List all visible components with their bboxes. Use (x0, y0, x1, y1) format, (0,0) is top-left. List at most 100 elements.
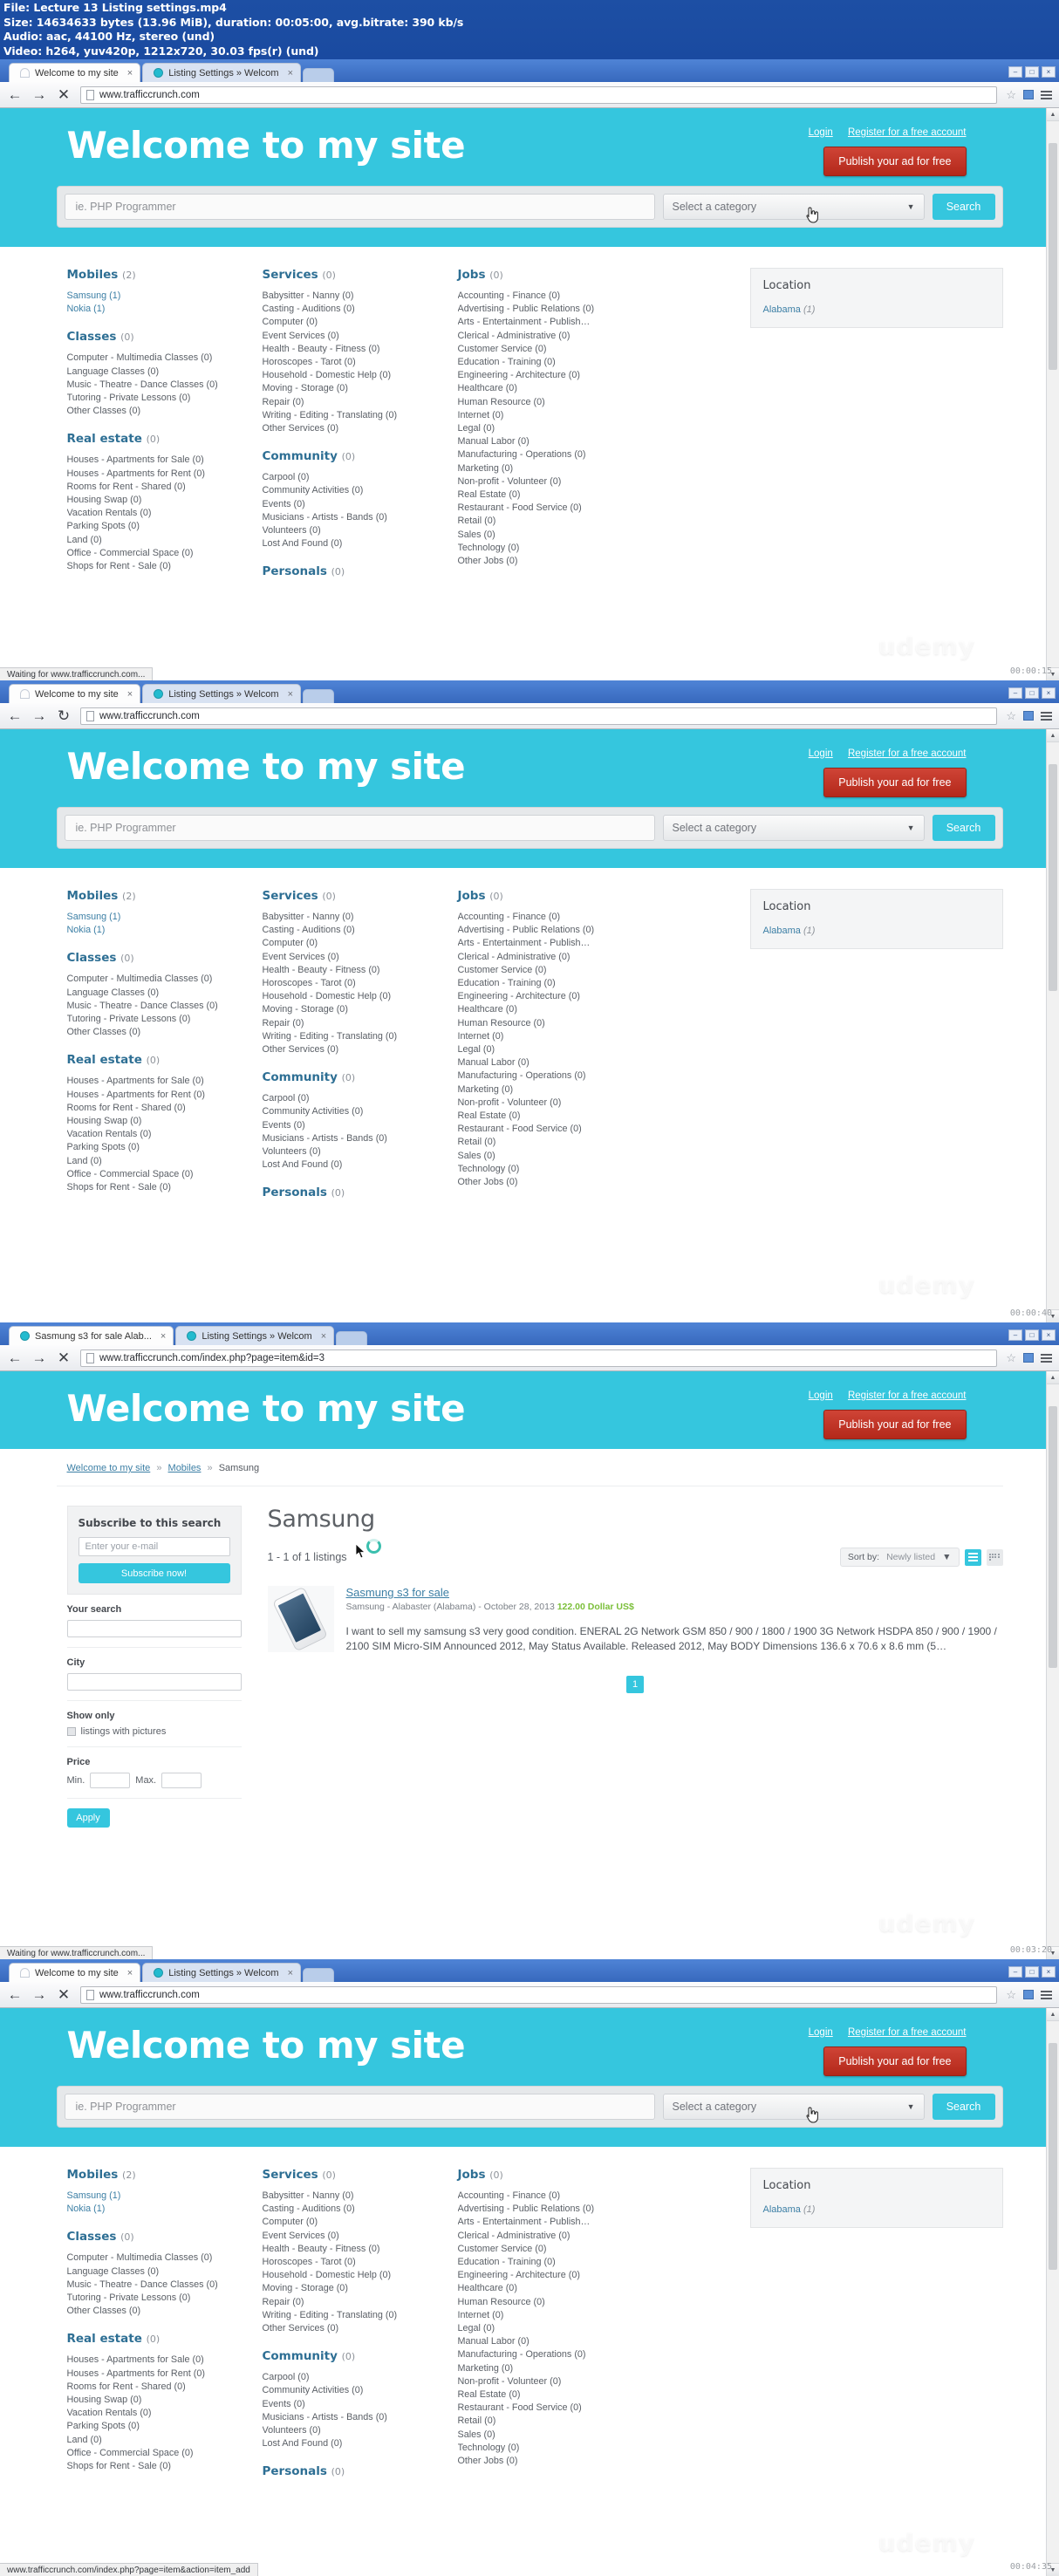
category-item[interactable]: Lost And Found (0) (263, 1158, 448, 1172)
category-item[interactable]: Parking Spots (0) (67, 1141, 252, 1154)
category-item[interactable]: Babysitter - Nanny (0) (263, 2190, 448, 2203)
category-item[interactable]: Computer - Multimedia Classes (0) (67, 2251, 252, 2265)
category-item[interactable]: Musicians - Artists - Bands (0) (263, 511, 448, 524)
category-group-heading[interactable]: Community (0) (263, 2349, 448, 2363)
search-button[interactable]: Search (932, 2094, 995, 2120)
category-group-heading[interactable]: Classes (0) (67, 2230, 252, 2244)
category-item[interactable]: Marketing (0) (458, 2362, 657, 2375)
category-item[interactable]: Community Activities (0) (263, 1105, 448, 1118)
category-group-heading[interactable]: Classes (0) (67, 951, 252, 965)
category-select[interactable]: Select a category ▼ (662, 2094, 925, 2120)
category-item[interactable]: Music - Theatre - Dance Classes (0) (67, 1000, 252, 1013)
vertical-scrollbar[interactable]: ▲ ▼ (1046, 729, 1059, 1322)
search-button[interactable]: Search (932, 815, 995, 841)
category-item[interactable]: Computer (0) (263, 937, 448, 950)
category-item[interactable]: Manufacturing - Operations (0) (458, 1069, 657, 1083)
tab-close-icon[interactable]: × (127, 1968, 133, 1978)
category-item[interactable]: Babysitter - Nanny (0) (263, 911, 448, 924)
category-group-heading[interactable]: Mobiles (2) (67, 2168, 252, 2182)
category-item[interactable]: Events (0) (263, 2398, 448, 2411)
price-min-input[interactable] (90, 1773, 131, 1788)
category-item[interactable]: Rooms for Rent - Shared (0) (67, 1102, 252, 1115)
category-item[interactable]: Vacation Rentals (0) (67, 2407, 252, 2420)
new-tab-button[interactable] (303, 68, 335, 82)
category-item[interactable]: Houses - Apartments for Sale (0) (67, 454, 252, 467)
pictures-checkbox-row[interactable]: listings with pictures (66, 1726, 242, 1737)
category-item[interactable]: Moving - Storage (0) (263, 382, 448, 395)
category-item[interactable]: Houses - Apartments for Rent (0) (67, 1089, 252, 1102)
listing-title-link[interactable]: Sasmung s3 for sale (346, 1586, 1003, 1599)
category-group-heading[interactable]: Services (0) (263, 2168, 448, 2182)
category-group-heading[interactable]: Mobiles (2) (67, 268, 252, 282)
category-item[interactable]: Moving - Storage (0) (263, 2282, 448, 2295)
category-item[interactable]: Non-profit - Volunteer (0) (458, 2375, 657, 2388)
maximize-button[interactable]: □ (1025, 1329, 1039, 1341)
category-group-heading[interactable]: Classes (0) (67, 330, 252, 344)
category-group-heading[interactable]: Real estate (0) (67, 1053, 252, 1067)
category-item[interactable]: Shops for Rent - Sale (0) (67, 560, 252, 573)
tab-welcome[interactable]: Welcome to my site × (9, 1963, 141, 1982)
category-item[interactable]: Computer (0) (263, 316, 448, 329)
stop-icon[interactable]: ✕ (56, 1987, 72, 2002)
category-item[interactable]: Legal (0) (458, 422, 657, 435)
register-link[interactable]: Register for a free account (848, 2027, 967, 2038)
category-item[interactable]: Computer - Multimedia Classes (0) (67, 973, 252, 986)
category-item[interactable]: Office - Commercial Space (0) (67, 1168, 252, 1181)
category-group-heading[interactable]: Jobs (0) (458, 889, 657, 903)
category-item[interactable]: Repair (0) (263, 1017, 448, 1030)
category-item[interactable]: Computer (0) (263, 2216, 448, 2229)
category-group-heading[interactable]: Personals (0) (263, 564, 448, 578)
category-item[interactable]: Writing - Editing - Translating (0) (263, 2309, 448, 2322)
minimize-button[interactable]: – (1008, 1966, 1022, 1978)
category-item[interactable]: Other Classes (0) (67, 405, 252, 418)
reload-icon[interactable]: ↻ (56, 708, 72, 723)
register-link[interactable]: Register for a free account (848, 127, 967, 138)
location-item-alabama[interactable]: Alabama (1) (763, 926, 816, 936)
apps-icon[interactable] (1023, 1353, 1034, 1363)
category-item[interactable]: Land (0) (67, 1155, 252, 1168)
category-item[interactable]: Household - Domestic Help (0) (263, 990, 448, 1003)
category-item[interactable]: Community Activities (0) (263, 2384, 448, 2397)
menu-icon[interactable] (1041, 1990, 1052, 1999)
category-group-heading[interactable]: Personals (0) (263, 1186, 448, 1199)
category-item[interactable]: Carpool (0) (263, 471, 448, 484)
category-item[interactable]: Manual Labor (0) (458, 1056, 657, 1069)
apps-icon[interactable] (1023, 1990, 1034, 1999)
category-item[interactable]: Nokia (1) (67, 2203, 252, 2216)
back-icon[interactable]: ← (7, 1350, 23, 1365)
publish-ad-button[interactable]: Publish your ad for free (823, 768, 967, 797)
category-item[interactable]: Writing - Editing - Translating (0) (263, 409, 448, 422)
category-item[interactable]: Human Resource (0) (458, 396, 657, 409)
address-bar[interactable]: www.trafficcrunch.com/index.php?page=ite… (80, 1349, 998, 1367)
category-item[interactable]: Housing Swap (0) (67, 2394, 252, 2407)
category-item[interactable]: Non-profit - Volunteer (0) (458, 475, 657, 489)
bookmark-star-icon[interactable]: ☆ (1006, 709, 1016, 723)
login-link[interactable]: Login (809, 127, 833, 138)
tab-listing-settings[interactable]: Listing Settings » Welcom × (142, 1963, 302, 1982)
category-item[interactable]: Language Classes (0) (67, 366, 252, 379)
category-item[interactable]: Non-profit - Volunteer (0) (458, 1097, 657, 1110)
category-item[interactable]: Houses - Apartments for Sale (0) (67, 2354, 252, 2367)
category-group-heading[interactable]: Services (0) (263, 268, 448, 282)
category-item[interactable]: Other Jobs (0) (458, 1176, 657, 1189)
category-item[interactable]: Sales (0) (458, 529, 657, 542)
apply-filters-button[interactable]: Apply (66, 1808, 110, 1828)
category-item[interactable]: Lost And Found (0) (263, 537, 448, 550)
category-item[interactable]: Horoscopes - Tarot (0) (263, 977, 448, 990)
tab-close-icon[interactable]: × (288, 689, 293, 700)
category-group-heading[interactable]: Real estate (0) (67, 432, 252, 446)
category-item[interactable]: Other Services (0) (263, 1043, 448, 1056)
close-window-button[interactable]: × (1042, 1329, 1056, 1341)
category-item[interactable]: Technology (0) (458, 2442, 657, 2455)
category-item[interactable]: Clerical - Administrative (0) (458, 951, 657, 964)
category-item[interactable]: Events (0) (263, 1119, 448, 1132)
category-item[interactable]: Advertising - Public Relations (0) (458, 924, 657, 937)
address-bar[interactable]: www.trafficcrunch.com (80, 1985, 998, 2004)
category-item[interactable]: Internet (0) (458, 1030, 657, 1043)
category-item[interactable]: Legal (0) (458, 1043, 657, 1056)
scroll-up-icon[interactable]: ▲ (1047, 1371, 1059, 1384)
minimize-button[interactable]: – (1008, 1329, 1022, 1341)
subscribe-now-button[interactable]: Subscribe now! (78, 1563, 230, 1583)
category-item[interactable]: Houses - Apartments for Sale (0) (67, 1075, 252, 1088)
scrollbar-thumb[interactable] (1049, 143, 1057, 370)
